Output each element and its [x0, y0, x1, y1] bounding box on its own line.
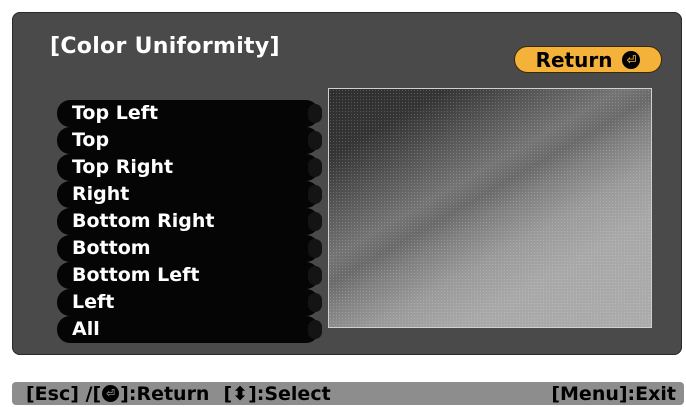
- position-menu: Top Left Top Top Right Right Bottom Righ…: [57, 100, 322, 343]
- return-label: Return: [535, 47, 613, 72]
- enter-icon: ⏎: [622, 50, 641, 69]
- footer-left: [Esc] /[ ⏎ ]:Return [⬍]:Select: [26, 383, 331, 405]
- enter-icon: ⏎: [102, 385, 120, 402]
- menu-item-top[interactable]: Top: [57, 127, 322, 154]
- footer-return-text: ]:Return: [120, 382, 210, 405]
- footer-select-text: [⬍]:Select: [223, 382, 331, 405]
- menu-item-left[interactable]: Left: [57, 289, 322, 316]
- uniformity-preview: [328, 88, 652, 328]
- preview-dither: [329, 89, 651, 327]
- menu-item-top-left[interactable]: Top Left: [57, 100, 322, 127]
- menu-item-bottom[interactable]: Bottom: [57, 235, 322, 262]
- footer-esc-label: [Esc] /[: [26, 382, 102, 405]
- menu-item-bottom-right[interactable]: Bottom Right: [57, 208, 322, 235]
- menu-item-top-right[interactable]: Top Right: [57, 154, 322, 181]
- page-title: [Color Uniformity]: [50, 34, 280, 59]
- menu-item-right[interactable]: Right: [57, 181, 322, 208]
- footer-exit-text: [Menu]:Exit: [551, 382, 676, 405]
- footer-bar: [Esc] /[ ⏎ ]:Return [⬍]:Select [Menu]:Ex…: [12, 382, 684, 405]
- menu-item-all[interactable]: All: [57, 316, 322, 343]
- return-button[interactable]: Return ⏎: [514, 46, 662, 73]
- menu-item-bottom-left[interactable]: Bottom Left: [57, 262, 322, 289]
